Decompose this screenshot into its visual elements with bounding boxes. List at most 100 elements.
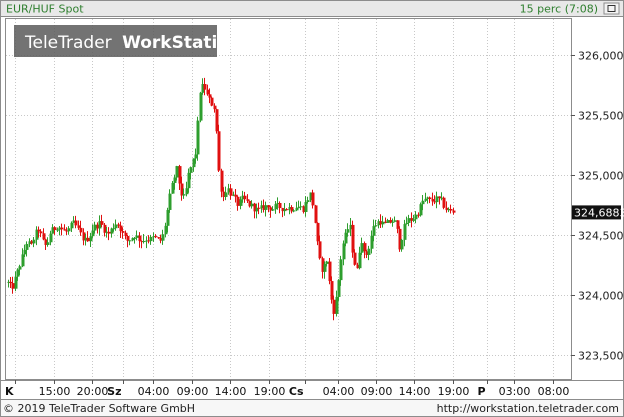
candle-body (435, 196, 439, 203)
instrument-name: EUR/HUF Spot (6, 3, 84, 16)
candle-body (318, 241, 322, 259)
copyright: © 2019 TeleTrader Software GmbH (3, 402, 195, 415)
candle-body (217, 131, 221, 171)
candle-body (229, 188, 233, 196)
candle-body (149, 236, 153, 242)
y-tick-label: 324,0000 (578, 290, 624, 303)
candle-body (358, 252, 362, 269)
candle-body (386, 220, 390, 223)
candle-body (257, 207, 261, 209)
plot-border (5, 18, 572, 380)
x-tick-label: 03:00 (499, 385, 531, 398)
candle-body (42, 233, 46, 240)
candle-body (299, 206, 303, 208)
interval-label: 15 perc (7:08) (520, 3, 598, 16)
candle-body (107, 231, 111, 234)
candle-body (32, 239, 36, 244)
candle-body (182, 194, 186, 196)
x-day-label: K (5, 385, 14, 398)
x-tick-label: 19:00 (254, 385, 286, 398)
candle-body (314, 205, 318, 223)
candle-body (67, 228, 71, 232)
candle-body (403, 224, 407, 240)
candle-body (74, 220, 78, 226)
x-tick-label: 14:00 (399, 385, 431, 398)
candle-body (39, 231, 43, 234)
candle-body (243, 195, 247, 200)
candle-body (93, 224, 97, 231)
candle-body (400, 239, 404, 250)
y-tick-label: 323,5000 (578, 350, 624, 363)
candle-body (391, 221, 395, 223)
x-day-label: Cs (289, 385, 304, 398)
x-tick-label: 20:00 (77, 385, 109, 398)
candle-body (372, 226, 376, 236)
candle-body (374, 225, 378, 227)
candle-body (353, 252, 357, 265)
x-tick-label: 09:00 (361, 385, 393, 398)
x-tick-label: 19:00 (438, 385, 470, 398)
candle-body (367, 248, 371, 255)
candle (217, 124, 221, 172)
candle-body (154, 236, 158, 238)
candle-body (53, 227, 57, 231)
candle-body (189, 167, 193, 173)
candle-body (199, 92, 203, 121)
candle-body (442, 197, 446, 208)
candle-body (381, 221, 385, 225)
watermark-text: TeleTrader WorkStation (24, 33, 241, 53)
x-day-label: Sz (107, 385, 121, 398)
candle-body (213, 105, 217, 110)
candle-body (128, 240, 132, 242)
watermark: TeleTrader WorkStation (14, 25, 241, 57)
candle-body (325, 261, 329, 264)
y-tick-label: 324,5000 (578, 230, 624, 243)
candle-body (11, 283, 15, 289)
watermark-brand-light: TeleTrader (24, 33, 112, 53)
x-tick-label: 14:00 (215, 385, 247, 398)
candle-body (224, 192, 228, 197)
candle-body (79, 227, 83, 233)
candle-body (46, 242, 50, 245)
candle-body (285, 209, 289, 211)
candle-body (351, 224, 355, 253)
candle-body (49, 233, 53, 243)
candle-body (360, 243, 364, 253)
candle (199, 91, 203, 123)
candle-body (175, 166, 179, 178)
candle-body (449, 208, 453, 211)
chart: EUR/HUF Spot 15 perc (7:08) TeleTrader W… (0, 0, 624, 417)
watermark-brand-bold: WorkStation (122, 33, 241, 53)
candle-body (332, 299, 336, 314)
candle-body (142, 241, 146, 243)
y-tick-label: 325,0000 (578, 170, 624, 183)
candle-body (114, 224, 118, 229)
candle-body (414, 214, 418, 220)
candle-body (138, 235, 142, 242)
candle-body (126, 235, 130, 241)
candle-body (25, 243, 29, 250)
candle-body (452, 210, 456, 213)
candle-body (161, 234, 165, 241)
last-price-value: 324,6883 (574, 206, 624, 219)
plot-area (5, 18, 572, 380)
candle-body (393, 220, 397, 222)
candle-body (203, 84, 207, 90)
candle (210, 96, 214, 107)
x-tick-label: 08:00 (538, 385, 570, 398)
candle (314, 204, 318, 224)
x-tick-label: 15:00 (39, 385, 71, 398)
candle (442, 196, 446, 210)
candle-body (135, 235, 139, 238)
y-tick-label: 325,5000 (578, 110, 624, 123)
candle-body (278, 202, 282, 209)
candle-body (306, 200, 310, 203)
footer-link[interactable]: http://workstation.teletrader.com (437, 402, 619, 415)
x-day-label: P (477, 385, 485, 398)
y-tick-label: 326,0000 (578, 50, 624, 63)
candle-body (196, 120, 200, 155)
window-restore-icon[interactable] (603, 2, 620, 15)
candle-body (311, 192, 315, 206)
candle-body (70, 222, 74, 229)
candle-body (271, 209, 275, 211)
